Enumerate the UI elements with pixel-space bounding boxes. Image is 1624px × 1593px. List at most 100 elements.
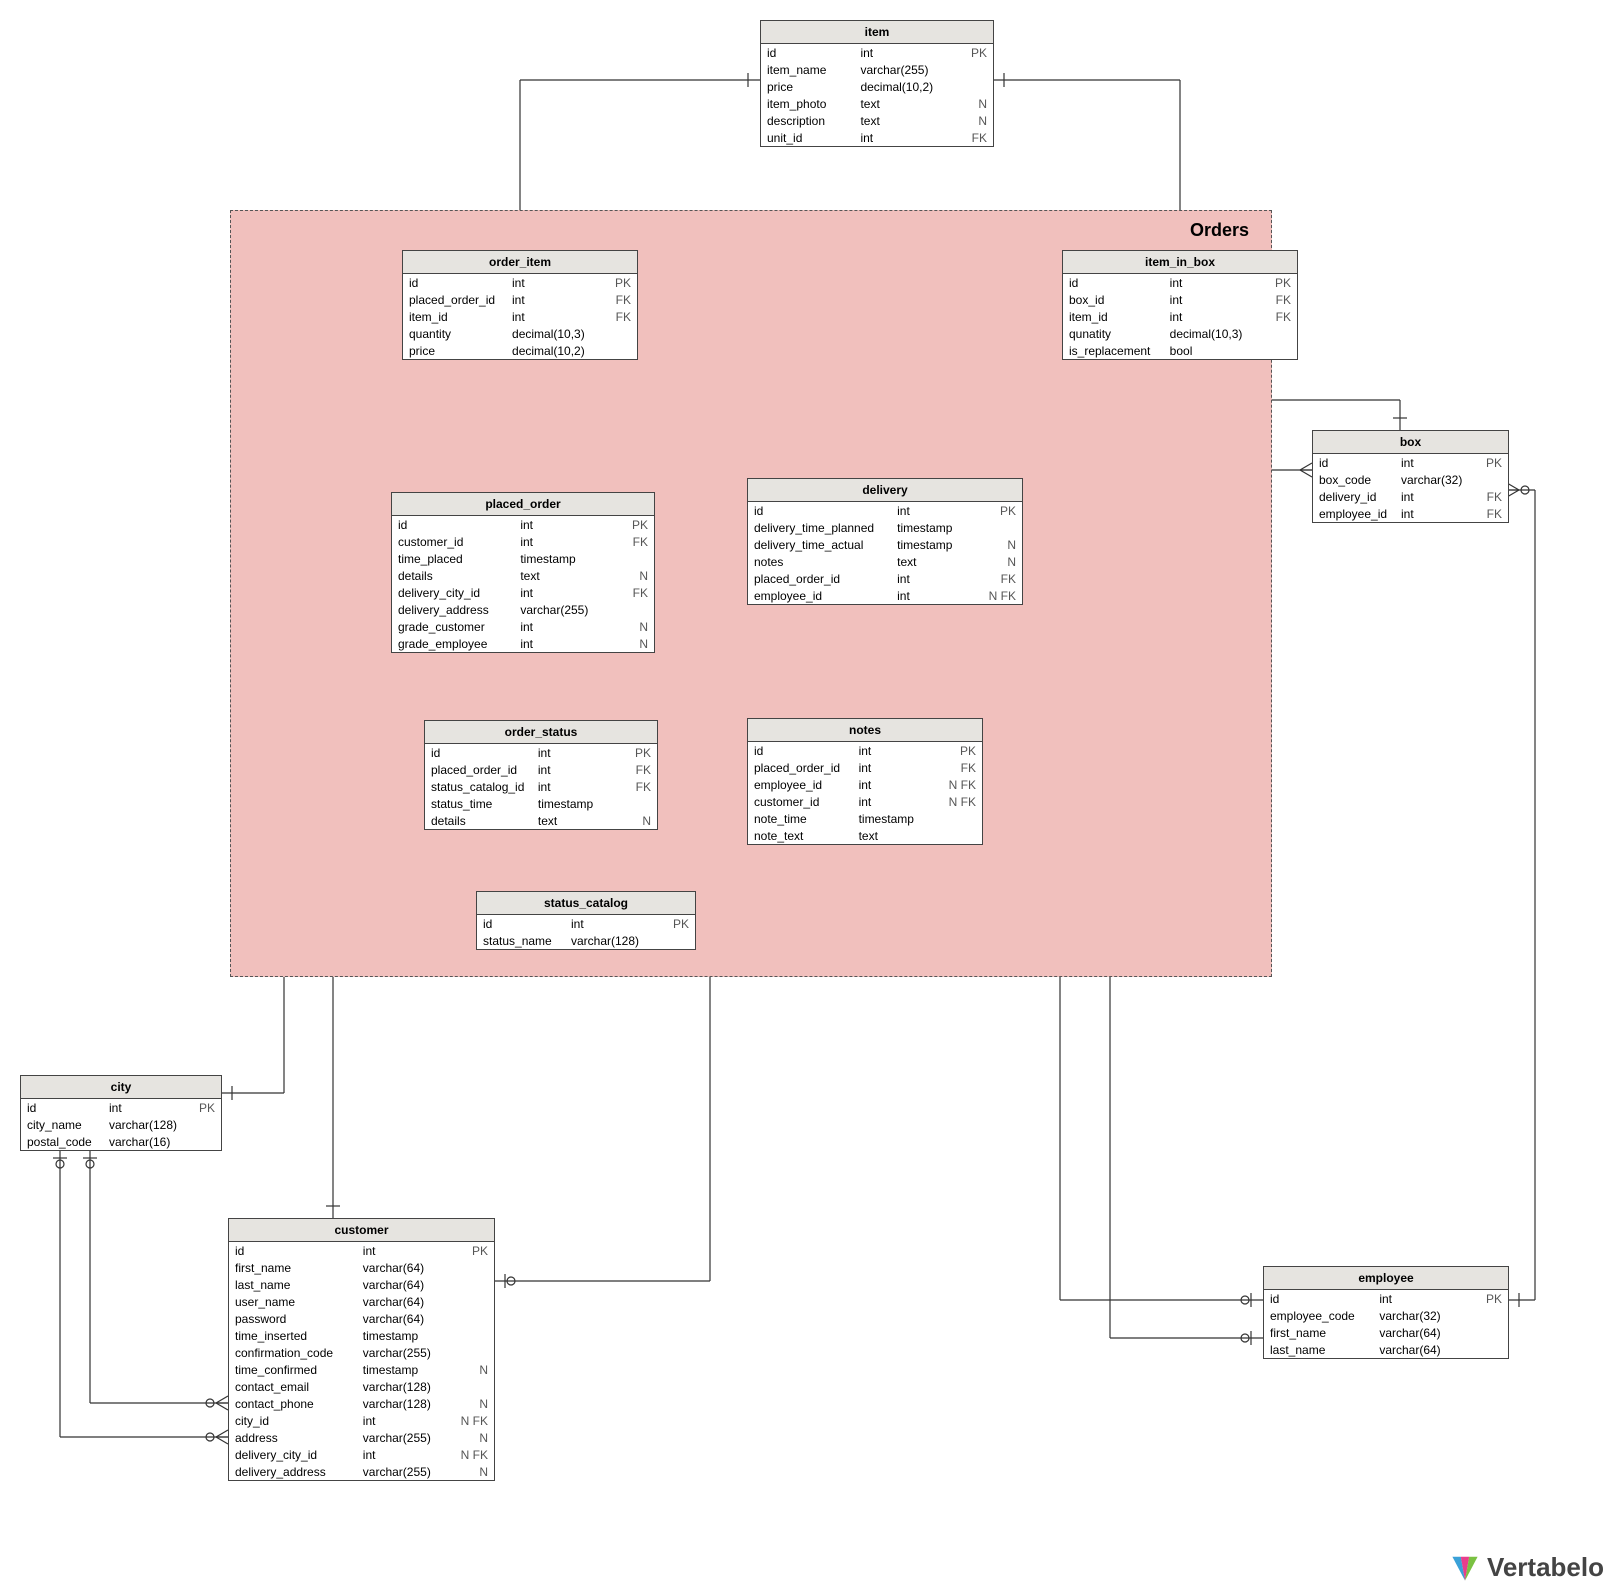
field-row: time_confirmedtimestampN [229,1361,494,1378]
entity-fields: idintPKplaced_order_idintFKstatus_catalo… [425,744,657,829]
entity-title: order_item [403,251,637,274]
entity-fields: idintPKcustomer_idintFKtime_placedtimest… [392,516,654,652]
field-row: item_namevarchar(255) [761,61,993,78]
vertabelo-logo-icon [1451,1554,1479,1582]
entity-fields: idintPKplaced_order_idintFKemployee_idin… [748,742,982,844]
vertabelo-logo: Vertabelo [1451,1552,1604,1583]
field-row: delivery_time_actualtimestampN [748,536,1022,553]
entity-fields: idintPKitem_namevarchar(255)pricedecimal… [761,44,993,146]
field-row: customer_idintN FK [748,793,982,810]
field-row: contact_phonevarchar(128)N [229,1395,494,1412]
field-row: detailstextN [392,567,654,584]
entity-title: delivery [748,479,1022,502]
entity-delivery[interactable]: deliveryidintPKdelivery_time_plannedtime… [747,478,1023,605]
orders-group-label: Orders [1190,220,1249,241]
entity-title: city [21,1076,221,1099]
field-row: user_namevarchar(64) [229,1293,494,1310]
field-row: idintPK [477,915,695,932]
field-row: note_timetimestamp [748,810,982,827]
field-row: employee_idintFK [1313,505,1508,522]
field-row: delivery_city_idintFK [392,584,654,601]
field-row: status_catalog_idintFK [425,778,657,795]
entity-title: box [1313,431,1508,454]
entity-fields: idintPKbox_codevarchar(32)delivery_idint… [1313,454,1508,522]
field-row: time_placedtimestamp [392,550,654,567]
field-row: idintPK [1313,454,1508,471]
entity-customer[interactable]: customeridintPKfirst_namevarchar(64)last… [228,1218,495,1481]
field-row: detailstextN [425,812,657,829]
entity-fields: idintPKcity_namevarchar(128)postal_codev… [21,1099,221,1150]
field-row: item_idintFK [403,308,637,325]
diagram-canvas: Orders itemidintPKitem_namevarchar(255)p… [0,0,1624,1593]
entity-title: employee [1264,1267,1508,1290]
entity-title: item [761,21,993,44]
field-row: grade_employeeintN [392,635,654,652]
field-row: delivery_time_plannedtimestamp [748,519,1022,536]
entity-title: notes [748,719,982,742]
field-row: city_namevarchar(128) [21,1116,221,1133]
field-row: descriptiontextN [761,112,993,129]
field-row: notestextN [748,553,1022,570]
field-row: delivery_addressvarchar(255) [392,601,654,618]
field-row: employee_codevarchar(32) [1264,1307,1508,1324]
field-row: item_idintFK [1063,308,1297,325]
field-row: employee_idintN FK [748,776,982,793]
entity-item_in_box[interactable]: item_in_boxidintPKbox_idintFKitem_idintF… [1062,250,1298,360]
entity-title: order_status [425,721,657,744]
field-row: first_namevarchar(64) [1264,1324,1508,1341]
field-row: last_namevarchar(64) [1264,1341,1508,1358]
field-row: pricedecimal(10,2) [403,342,637,359]
field-row: note_texttext [748,827,982,844]
field-row: placed_order_idintFK [403,291,637,308]
field-row: is_replacementbool [1063,342,1297,359]
field-row: qunatitydecimal(10,3) [1063,325,1297,342]
field-row: status_timetimestamp [425,795,657,812]
entity-fields: idintPKemployee_codevarchar(32)first_nam… [1264,1290,1508,1358]
entity-title: status_catalog [477,892,695,915]
field-row: grade_customerintN [392,618,654,635]
entity-title: item_in_box [1063,251,1297,274]
field-row: pricedecimal(10,2) [761,78,993,95]
field-row: box_codevarchar(32) [1313,471,1508,488]
entity-item[interactable]: itemidintPKitem_namevarchar(255)pricedec… [760,20,994,147]
field-row: unit_idintFK [761,129,993,146]
vertabelo-logo-text: Vertabelo [1487,1552,1604,1583]
field-row: customer_idintFK [392,533,654,550]
field-row: idintPK [392,516,654,533]
field-row: passwordvarchar(64) [229,1310,494,1327]
entity-placed_order[interactable]: placed_orderidintPKcustomer_idintFKtime_… [391,492,655,653]
field-row: idintPK [21,1099,221,1116]
field-row: contact_emailvarchar(128) [229,1378,494,1395]
field-row: status_namevarchar(128) [477,932,695,949]
field-row: city_idintN FK [229,1412,494,1429]
field-row: idintPK [1063,274,1297,291]
entity-city[interactable]: cityidintPKcity_namevarchar(128)postal_c… [20,1075,222,1151]
entity-employee[interactable]: employeeidintPKemployee_codevarchar(32)f… [1263,1266,1509,1359]
field-row: confirmation_codevarchar(255) [229,1344,494,1361]
entity-status_catalog[interactable]: status_catalogidintPKstatus_namevarchar(… [476,891,696,950]
field-row: idintPK [403,274,637,291]
entity-fields: idintPKstatus_namevarchar(128) [477,915,695,949]
field-row: last_namevarchar(64) [229,1276,494,1293]
entity-notes[interactable]: notesidintPKplaced_order_idintFKemployee… [747,718,983,845]
field-row: idintPK [748,502,1022,519]
field-row: delivery_idintFK [1313,488,1508,505]
field-row: placed_order_idintFK [748,759,982,776]
entity-title: customer [229,1219,494,1242]
field-row: quantitydecimal(10,3) [403,325,637,342]
entity-fields: idintPKdelivery_time_plannedtimestampdel… [748,502,1022,604]
field-row: addressvarchar(255)N [229,1429,494,1446]
field-row: item_phototextN [761,95,993,112]
field-row: postal_codevarchar(16) [21,1133,221,1150]
entity-fields: idintPKplaced_order_idintFKitem_idintFKq… [403,274,637,359]
entity-order_status[interactable]: order_statusidintPKplaced_order_idintFKs… [424,720,658,830]
field-row: employee_idintN FK [748,587,1022,604]
entity-order_item[interactable]: order_itemidintPKplaced_order_idintFKite… [402,250,638,360]
entity-box[interactable]: boxidintPKbox_codevarchar(32)delivery_id… [1312,430,1509,523]
field-row: idintPK [1264,1290,1508,1307]
field-row: delivery_city_idintN FK [229,1446,494,1463]
field-row: box_idintFK [1063,291,1297,308]
field-row: idintPK [748,742,982,759]
entity-title: placed_order [392,493,654,516]
field-row: idintPK [425,744,657,761]
